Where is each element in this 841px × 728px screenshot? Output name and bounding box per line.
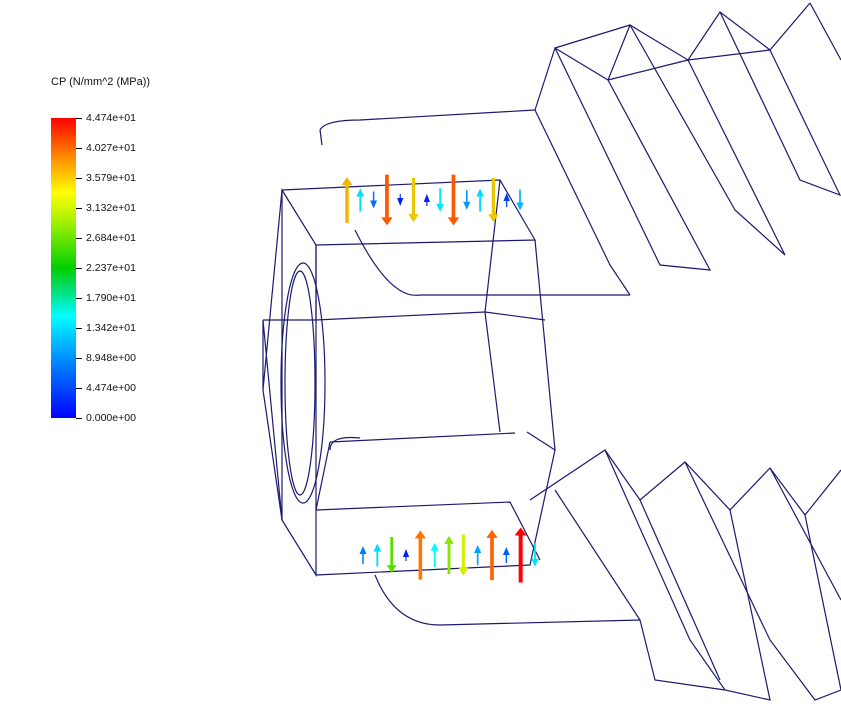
legend-tick-mark [76,208,82,209]
pressure-vector [414,530,426,580]
legend-tick-mark [76,298,82,299]
pressure-vector [373,543,382,567]
model-viewport[interactable] [0,0,841,728]
legend-tick-mark [76,148,82,149]
legend-tick-label: 2.237e+01 [86,262,136,274]
legend-tick-label: 1.342e+01 [86,322,136,334]
pressure-vector [359,545,367,565]
contact-pressure-vectors-bottom [359,527,539,583]
pressure-vector [488,177,499,223]
legend-title: CP (N/mm^2 (MPa)) [51,76,151,88]
legend-tick-mark [76,118,82,119]
nut-bore [280,262,326,504]
pressure-vector [397,193,404,207]
contact-pressure-vectors-top [341,174,524,226]
legend-tick-label: 2.684e+01 [86,232,136,244]
pressure-vector [458,534,469,576]
legend-tick-mark [76,238,82,239]
legend-tick-mark [76,358,82,359]
pressure-vector [476,188,484,212]
nut-wireframe [262,2,841,701]
legend-tick-label: 3.579e+01 [86,172,136,184]
pressure-vector [381,174,393,226]
pressure-vector [430,542,439,568]
legend-tick-mark [76,328,82,329]
pressure-vector [436,188,445,212]
pressure-vector [423,193,430,207]
legend-tick-mark [76,418,82,419]
pressure-vector [473,544,482,566]
nut-hex-face [262,188,317,578]
pressure-vector [486,529,498,581]
legend-color-bar [51,118,76,418]
legend-tick-label: 8.948e+00 [86,352,136,364]
pressure-vector [356,188,365,212]
legend-tick-label: 0.000e+00 [86,412,136,424]
pressure-vector [514,527,527,583]
legend-tick-label: 3.132e+01 [86,202,136,214]
legend-tick-label: 4.474e+00 [86,382,136,394]
pressure-vector [402,548,410,562]
pressure-vector [516,189,524,211]
legend-tick-label: 4.474e+01 [86,112,136,124]
legend-tick-mark [76,268,82,269]
pressure-vector [502,546,510,564]
pressure-vector [386,536,397,574]
legend-tick-mark [76,178,82,179]
legend-tick-mark [76,388,82,389]
pressure-vector [370,191,378,209]
pressure-vector [341,177,353,223]
pressure-vector [463,190,471,210]
legend-tick-label: 4.027e+01 [86,142,136,154]
legend-tick-label: 1.790e+01 [86,292,136,304]
